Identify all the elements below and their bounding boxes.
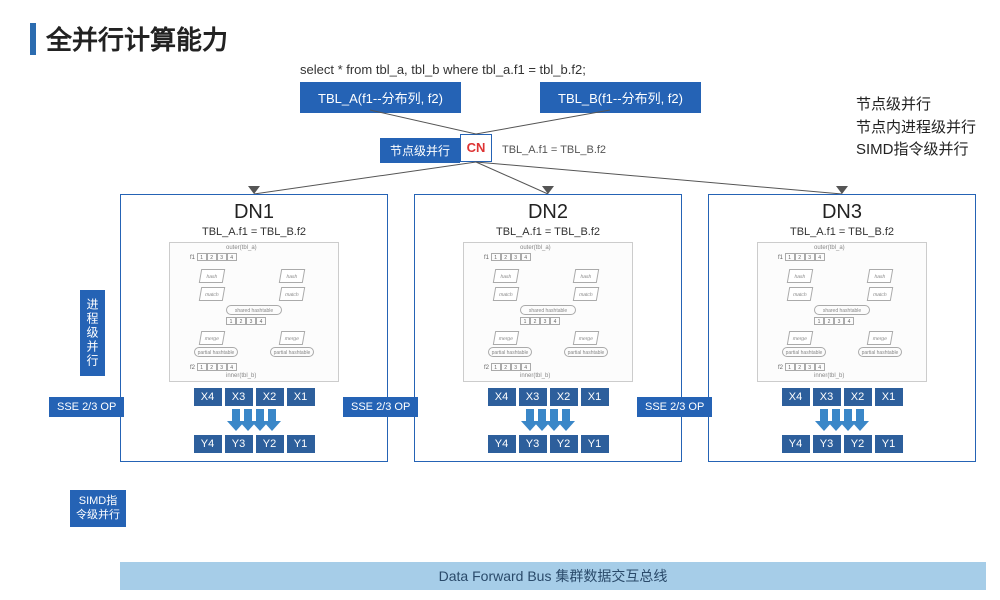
plan-shared: shared hashtable bbox=[226, 305, 282, 315]
plan-merge: merge bbox=[279, 331, 305, 345]
simd-arrows bbox=[715, 409, 969, 431]
y-row: Y4 Y3 Y2 Y1 bbox=[127, 435, 381, 453]
dn-container: DN1 TBL_A.f1 = TBL_B.f2 outer(tbl_a) f1 … bbox=[120, 194, 990, 462]
plan-f2: f2 bbox=[190, 365, 195, 371]
sse-label: SSE 2/3 OP bbox=[343, 397, 418, 417]
y-cell: Y3 bbox=[225, 435, 253, 453]
data-forward-bus: Data Forward Bus 集群数据交互总线 bbox=[120, 562, 986, 590]
sql-query: select * from tbl_a, tbl_b where tbl_a.f… bbox=[300, 62, 586, 77]
dn-title: DN2 bbox=[421, 201, 675, 224]
plan-partial: partial hashtable bbox=[194, 347, 238, 357]
plan-merge: merge bbox=[199, 331, 225, 345]
tbl-a-box: TBL_A(f1--分布列, f2) bbox=[300, 82, 461, 113]
dn1-box: DN1 TBL_A.f1 = TBL_B.f2 outer(tbl_a) f1 … bbox=[120, 194, 388, 462]
plan-outer: outer(tbl_a) bbox=[226, 245, 257, 251]
simd-level-label: SIMD指令级并行 bbox=[70, 490, 126, 527]
cn-box: CN bbox=[460, 134, 492, 162]
y-row: Y4 Y3 Y2 Y1 bbox=[421, 435, 675, 453]
plan-match: match bbox=[199, 287, 225, 301]
dn-condition: TBL_A.f1 = TBL_B.f2 bbox=[715, 226, 969, 238]
query-plan-diagram: outer(tbl_a) f1 1234 hash hash match mat… bbox=[169, 242, 339, 382]
dn2-box: DN2 TBL_A.f1 = TBL_B.f2 outer(tbl_a) f1 … bbox=[414, 194, 682, 462]
page-title-bar: 全并行计算能力 bbox=[30, 20, 228, 57]
y-cell: Y1 bbox=[287, 435, 315, 453]
dn3-box: DN3 TBL_A.f1 = TBL_B.f2 outer(tbl_a) f1 … bbox=[708, 194, 976, 462]
sse-label: SSE 2/3 OP bbox=[49, 397, 124, 417]
x-cell: X1 bbox=[287, 388, 315, 406]
list-item: 节点级并行 bbox=[856, 94, 976, 117]
plan-hash: hash bbox=[199, 269, 225, 283]
dn-title: DN1 bbox=[127, 201, 381, 224]
cn-condition: TBL_A.f1 = TBL_B.f2 bbox=[502, 144, 606, 156]
x-cell: X2 bbox=[256, 388, 284, 406]
list-item: SIMD指令级并行 bbox=[856, 139, 976, 162]
dn-condition: TBL_A.f1 = TBL_B.f2 bbox=[127, 226, 381, 238]
plan-match: match bbox=[279, 287, 305, 301]
plan-f1: f1 bbox=[190, 255, 195, 261]
node-level-label: 节点级并行 bbox=[380, 138, 460, 163]
query-plan-diagram: outer(tbl_a) f1 1234 hash hash match mat… bbox=[757, 242, 927, 382]
y-row: Y4 Y3 Y2 Y1 bbox=[715, 435, 969, 453]
query-plan-diagram: outer(tbl_a) f1 1234 hash hash match mat… bbox=[463, 242, 633, 382]
plan-hash: hash bbox=[279, 269, 305, 283]
dn-title: DN3 bbox=[715, 201, 969, 224]
dn-condition: TBL_A.f1 = TBL_B.f2 bbox=[421, 226, 675, 238]
title-accent bbox=[30, 23, 36, 55]
y-cell: Y4 bbox=[194, 435, 222, 453]
sse-label: SSE 2/3 OP bbox=[637, 397, 712, 417]
parallelism-list: 节点级并行 节点内进程级并行 SIMD指令级并行 bbox=[856, 94, 976, 162]
y-cell: Y2 bbox=[256, 435, 284, 453]
list-item: 节点内进程级并行 bbox=[856, 117, 976, 140]
x-cell: X4 bbox=[194, 388, 222, 406]
tbl-b-box: TBL_B(f1--分布列, f2) bbox=[540, 82, 701, 113]
page-title: 全并行计算能力 bbox=[46, 20, 228, 57]
plan-inner: inner(tbl_b) bbox=[226, 373, 256, 379]
x-cell: X3 bbox=[225, 388, 253, 406]
x-row: X4 X3 X2 X1 bbox=[715, 388, 969, 406]
process-level-label: 进程级并行 bbox=[80, 290, 105, 376]
plan-partial: partial hashtable bbox=[270, 347, 314, 357]
